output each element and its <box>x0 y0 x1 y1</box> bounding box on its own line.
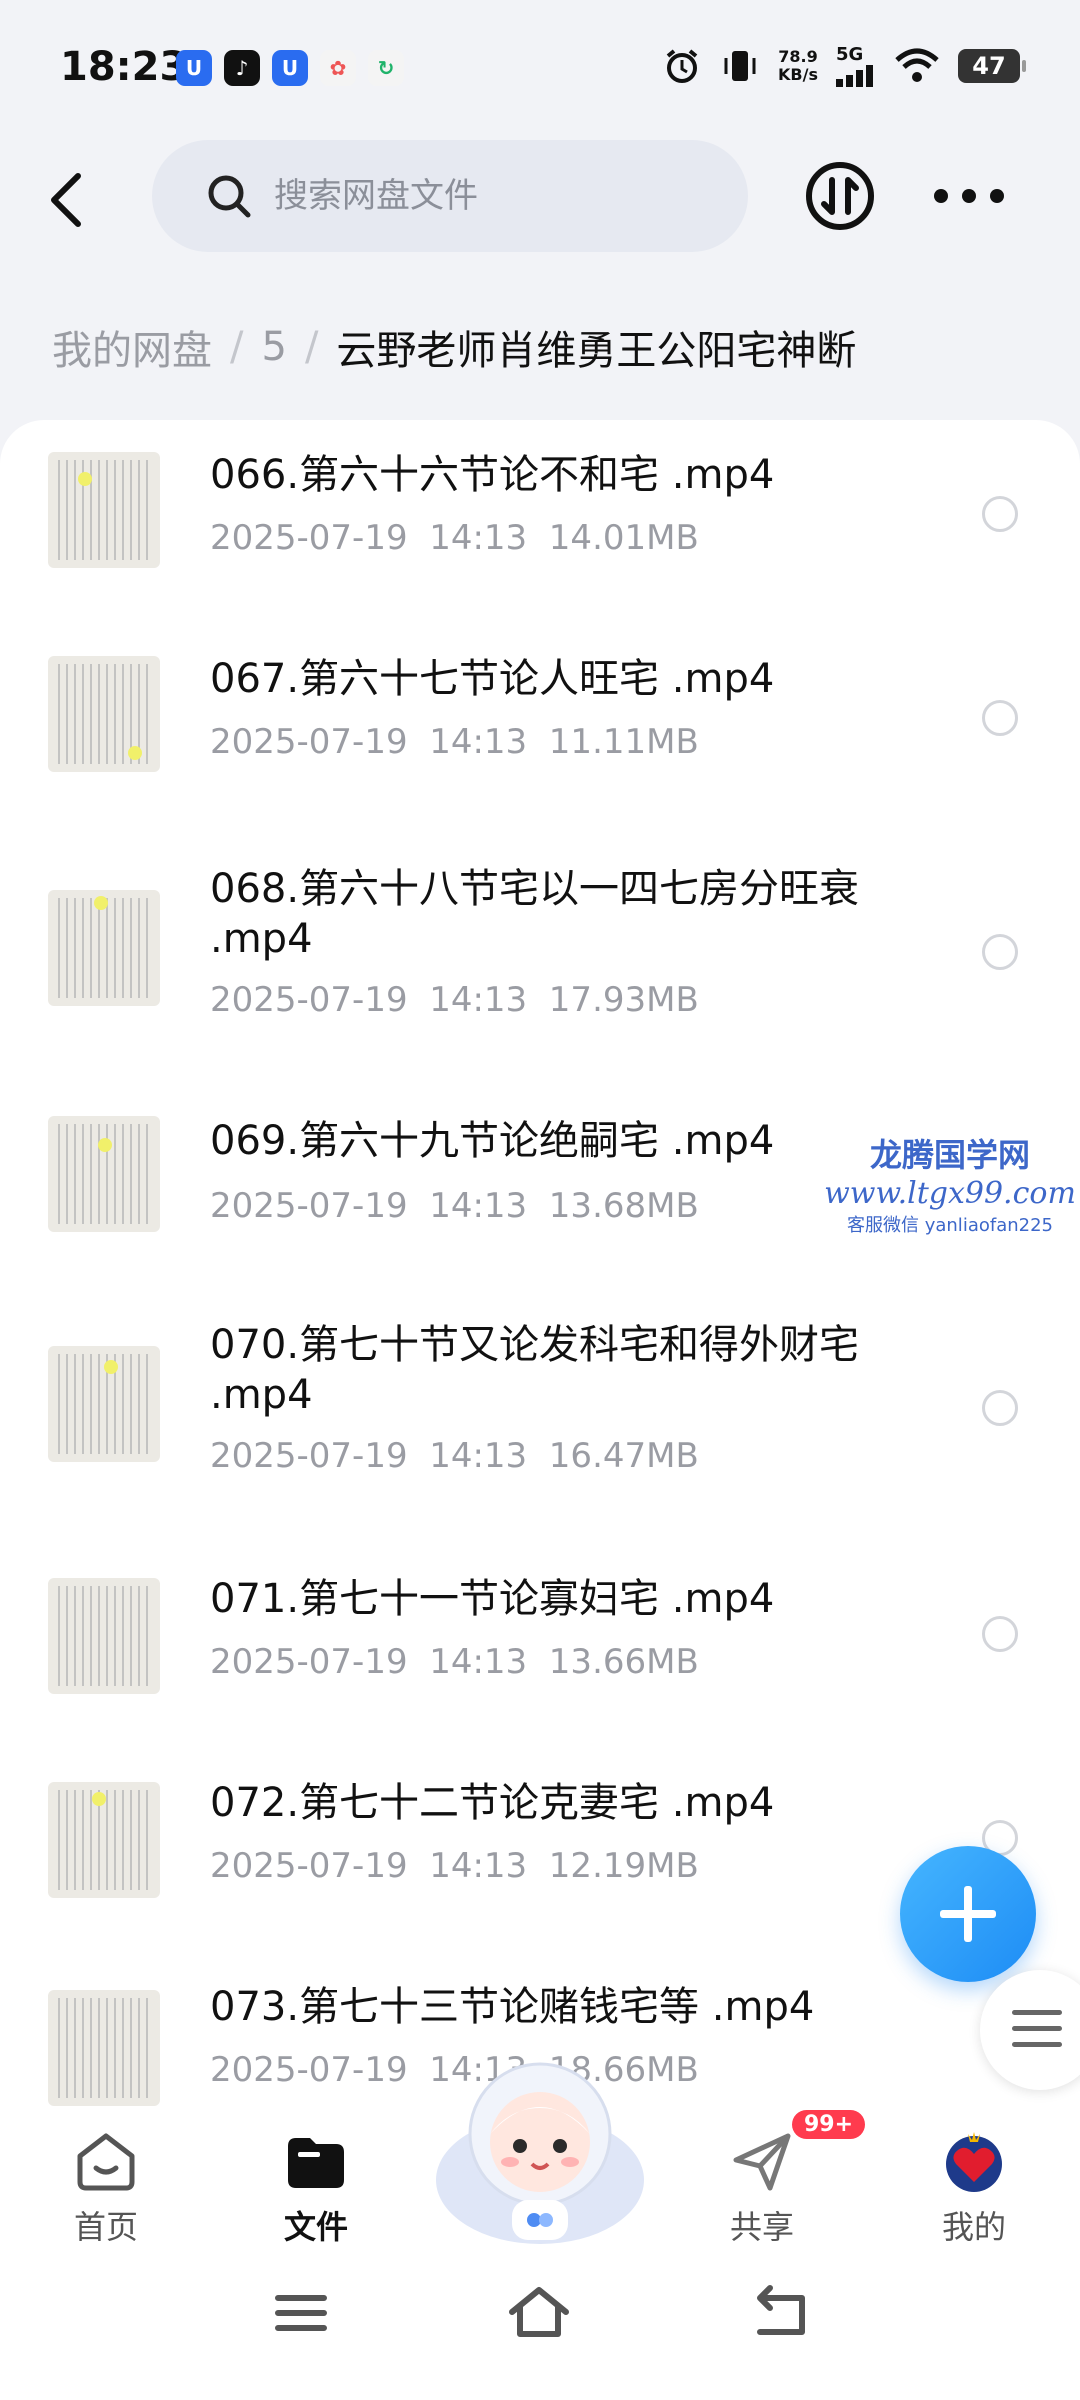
file-meta: 2025-07-19 14:13 11.11MB <box>210 722 699 762</box>
battery-indicator: 47 <box>958 48 1026 83</box>
more-dot-icon <box>934 189 948 203</box>
more-dot-icon <box>962 189 976 203</box>
status-indicators: 78.9 KB/s 5G 47 <box>662 44 1026 87</box>
file-name: 070.第七十节又论发科宅和得外财宅 .mp4 <box>210 1322 860 1418</box>
app-notification-icon: U <box>272 50 308 86</box>
select-checkbox[interactable] <box>982 934 1018 970</box>
video-thumbnail <box>48 1116 160 1232</box>
nav-share-label: 共享 <box>729 2208 794 2246</box>
vibrate-icon <box>724 50 756 81</box>
more-dot-icon <box>990 189 1004 203</box>
network-speed-value: 78.9 <box>778 46 818 66</box>
file-meta: 2025-07-19 14:13 14.01MB <box>210 518 699 558</box>
photos-icon: ✿ <box>320 50 356 86</box>
file-meta: 2025-07-19 14:13 12.19MB <box>210 1846 699 1886</box>
nav-files[interactable]: 文件 <box>236 2110 396 2250</box>
search-bar[interactable] <box>152 140 748 252</box>
alarm-icon <box>666 48 698 83</box>
menu-line-icon <box>1012 2042 1062 2047</box>
more-options-button[interactable] <box>934 160 1004 232</box>
nav-share[interactable]: 99+ 共享 <box>682 2110 866 2250</box>
file-name: 066.第六十六节论不和宅 .mp4 <box>210 452 775 498</box>
menu-line-icon <box>1012 2010 1062 2015</box>
transfer-icon <box>806 162 874 230</box>
nav-files-label: 文件 <box>283 2208 348 2246</box>
status-bar: 18:23 U ♪ U ✿ ↻ 78.9 KB/s 5G 47 <box>0 0 1080 140</box>
transfer-button[interactable] <box>804 160 876 232</box>
breadcrumb-separator: / <box>304 324 319 370</box>
file-name: 068.第六十八节宅以一四七房分旺衰 .mp4 <box>210 866 860 962</box>
search-icon <box>208 175 251 218</box>
breadcrumb-folder[interactable]: 5 <box>261 324 286 370</box>
send-icon <box>733 2133 791 2191</box>
search-input[interactable] <box>272 175 696 217</box>
select-checkbox[interactable] <box>982 1616 1018 1652</box>
watermark-contact: 客服微信 yanliaofan225 <box>847 1215 1053 1236</box>
file-list: 066.第六十六节论不和宅 .mp4 2025-07-19 14:13 14.0… <box>0 420 1080 2110</box>
add-button[interactable] <box>900 1846 1036 1982</box>
avatar <box>946 2132 1002 2192</box>
file-row[interactable]: 071.第七十一节论寡妇宅 .mp4 2025-07-19 14:13 13.6… <box>0 1536 1080 1740</box>
breadcrumb-current: 云野老师肖维勇王公阳宅神断 <box>336 328 857 374</box>
file-meta: 2025-07-19 14:13 13.66MB <box>210 1642 699 1682</box>
system-home-icon[interactable] <box>504 2278 574 2348</box>
tiktok-icon: ♪ <box>224 50 260 86</box>
video-thumbnail <box>48 1578 160 1694</box>
back-button[interactable] <box>36 160 96 240</box>
wifi-icon <box>895 48 939 82</box>
video-thumbnail <box>48 890 160 1006</box>
select-checkbox[interactable] <box>982 496 1018 532</box>
folder-icon <box>288 2138 344 2188</box>
video-thumbnail <box>48 452 160 568</box>
status-time: 18:23 <box>60 44 188 90</box>
file-meta: 2025-07-19 14:13 17.93MB <box>210 980 699 1020</box>
file-row[interactable]: 067.第六十七节论人旺宅 .mp4 2025-07-19 14:13 11.1… <box>0 624 1080 828</box>
network-speed-unit: KB/s <box>778 64 818 84</box>
assistant-mascot-button[interactable] <box>430 2050 650 2260</box>
file-meta: 2025-07-19 14:13 16.47MB <box>210 1436 699 1476</box>
home-icon <box>77 2133 135 2191</box>
watermark: 龙腾国学网 www.ltgx99.com 客服微信 yanliaofan225 <box>820 1130 1080 1237</box>
system-nav-bar <box>0 2250 1080 2400</box>
recent-apps-icon[interactable] <box>266 2278 336 2348</box>
file-name: 069.第六十九节论绝嗣宅 .mp4 <box>210 1118 775 1164</box>
video-thumbnail <box>48 1346 160 1462</box>
network-speed: 78.9 KB/s <box>778 46 818 84</box>
watermark-url: www.ltgx99.com <box>824 1176 1076 1211</box>
signal-group: 5G <box>836 44 876 87</box>
share-badge: 99+ <box>792 2110 866 2139</box>
system-back-icon[interactable] <box>746 2278 816 2348</box>
file-meta: 2025-07-19 14:13 13.68MB <box>210 1186 699 1226</box>
file-name: 071.第七十一节论寡妇宅 .mp4 <box>210 1576 775 1622</box>
breadcrumb-root[interactable]: 我的网盘 <box>52 318 212 376</box>
video-thumbnail <box>48 656 160 772</box>
watermark-title: 龙腾国学网 <box>869 1136 1030 1174</box>
nav-mine-label: 我的 <box>941 2208 1006 2246</box>
signal-icon <box>836 65 873 87</box>
file-row[interactable]: 068.第六十八节宅以一四七房分旺衰 .mp4 2025-07-19 14:13… <box>0 828 1080 1080</box>
nav-home[interactable]: 首页 <box>26 2110 186 2250</box>
video-thumbnail <box>48 1990 160 2106</box>
notification-icons: U ♪ U ✿ ↻ <box>176 50 404 86</box>
sync-icon: ↻ <box>368 50 404 86</box>
chevron-left-icon <box>51 173 81 227</box>
file-name: 067.第六十七节论人旺宅 .mp4 <box>210 656 775 702</box>
app-notification-icon: U <box>176 50 212 86</box>
file-name: 073.第七十三节论赌钱宅等 .mp4 <box>210 1984 815 2030</box>
file-row[interactable]: 066.第六十六节论不和宅 .mp4 2025-07-19 14:13 14.0… <box>0 420 1080 624</box>
video-thumbnail <box>48 1782 160 1898</box>
breadcrumb-separator: / <box>230 324 244 370</box>
nav-home-label: 首页 <box>73 2208 138 2246</box>
select-checkbox[interactable] <box>982 1390 1018 1426</box>
select-checkbox[interactable] <box>982 700 1018 736</box>
breadcrumb: 我的网盘 / 5 / 云野老师肖维勇王公阳宅神断 <box>52 318 856 376</box>
nav-mine[interactable]: 我的 <box>894 2110 1054 2250</box>
file-row[interactable]: 070.第七十节又论发科宅和得外财宅 .mp4 2025-07-19 14:13… <box>0 1284 1080 1536</box>
menu-line-icon <box>1012 2026 1062 2031</box>
network-type: 5G <box>836 44 864 65</box>
file-name: 072.第七十二节论克妻宅 .mp4 <box>210 1780 775 1826</box>
